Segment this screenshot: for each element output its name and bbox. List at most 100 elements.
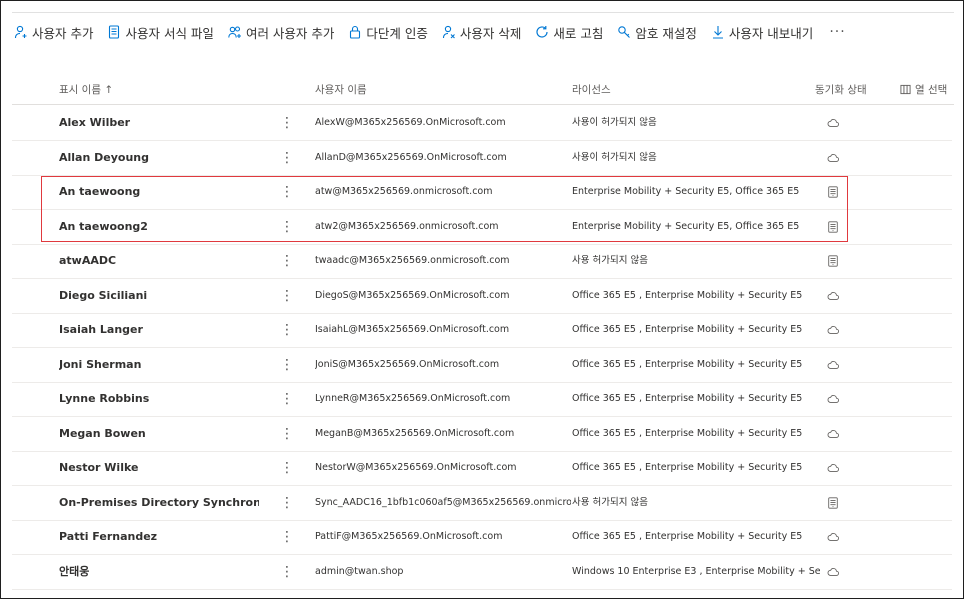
column-header-display-name[interactable]: 표시 이름 ↑	[59, 82, 113, 97]
table-row[interactable]: Diego Siciliani ⋮ DiegoS@M365x256569.OnMic…	[12, 279, 952, 314]
reset-password-button[interactable]: 암호 재설정	[617, 23, 697, 42]
cloud-icon	[827, 451, 843, 485]
user-template-button[interactable]: 사용자 서식 파일	[107, 23, 214, 42]
user-display-name[interactable]: On-Premises Directory Synchroniza...	[59, 486, 259, 520]
refresh-button[interactable]: 새로 고침	[535, 23, 603, 42]
mfa-button[interactable]: 다단계 인증	[348, 23, 428, 42]
choose-columns-button[interactable]: 열 선택	[900, 82, 947, 97]
row-more-actions-icon[interactable]: ⋮	[280, 348, 292, 382]
download-icon	[712, 26, 723, 39]
cloud-icon	[827, 555, 843, 589]
user-principal-name: admin@twan.shop	[315, 565, 404, 577]
table-row[interactable]: Lynne Robbins ⋮ LynneR@M365x256569.OnMicro…	[12, 382, 952, 417]
user-display-name[interactable]: Isaiah Langer	[59, 313, 259, 347]
user-display-name[interactable]: Allan Deyoung	[59, 141, 259, 175]
lock-icon	[350, 25, 361, 39]
cloud-icon	[827, 417, 843, 451]
user-display-name[interactable]: Lynne Robbins	[59, 382, 259, 416]
export-users-button[interactable]: 사용자 내보내기	[711, 23, 813, 42]
user-principal-name: AlexW@M365x256569.OnMicrosoft.com	[315, 117, 506, 128]
user-display-name[interactable]: Diego Siciliani	[59, 279, 259, 313]
cloud-icon	[827, 348, 843, 382]
command-bar: 사용자 추가 사용자 서식 파일 여러 사용자 추가 다단계 인증 사용자 삭제…	[14, 20, 846, 44]
reset-password-label: 암호 재설정	[635, 25, 697, 41]
column-header-licenses[interactable]: 라이선스	[572, 82, 611, 97]
user-display-name[interactable]: Joni Sherman	[59, 348, 259, 382]
user-principal-name: DiegoS@M365x256569.OnMicrosoft.com	[315, 289, 510, 301]
user-licenses: 사용 허가되지 않음	[572, 496, 648, 508]
row-more-actions-icon[interactable]: ⋮	[280, 244, 292, 278]
user-display-name[interactable]: 안태웅	[59, 555, 259, 589]
table-row[interactable]: Patti Fernandez ⋮ PattiF@M365x256569.OnMic…	[12, 520, 952, 555]
user-display-name[interactable]: Megan Bowen	[59, 417, 259, 451]
user-principal-name: MeganB@M365x256569.OnMicrosoft.com	[315, 427, 515, 439]
table-row[interactable]: Isaiah Langer ⋮ IsaiahL@M365x256569.OnMicr…	[12, 313, 952, 348]
document-template-icon	[109, 25, 120, 39]
user-licenses: Office 365 E5 , Enterprise Mobility + Se…	[572, 531, 803, 542]
user-licenses: 사용 허가되지 않음	[572, 255, 648, 266]
highlight-box	[41, 176, 848, 242]
cloud-icon	[827, 313, 843, 347]
add-user-button[interactable]: 사용자 추가	[14, 23, 93, 42]
user-display-name[interactable]: Alex Wilber	[59, 106, 259, 140]
row-more-actions-icon[interactable]: ⋮	[280, 486, 292, 520]
key-icon	[618, 26, 631, 38]
add-user-label: 사용자 추가	[32, 25, 94, 41]
choose-columns-label: 열 선택	[915, 84, 948, 96]
table-row[interactable]: Joni Sherman ⋮ JoniS@M365x256569.OnMicroso…	[12, 348, 952, 383]
row-more-actions-icon[interactable]: ⋮	[280, 555, 292, 589]
row-more-actions-icon[interactable]: ⋮	[280, 313, 292, 347]
add-multiple-users-button[interactable]: 여러 사용자 추가	[228, 23, 334, 42]
user-principal-name: LynneR@M365x256569.OnMicrosoft.com	[315, 393, 511, 404]
table-row[interactable]: Megan Bowen ⋮ MeganB@M365x256569.OnMicroso…	[12, 417, 952, 452]
delete-user-button[interactable]: 사용자 삭제	[442, 23, 521, 42]
user-licenses: Office 365 E5 , Enterprise Mobility + Se…	[572, 358, 803, 370]
delete-user-label: 사용자 삭제	[459, 25, 522, 41]
table-row[interactable]: 안태웅 ⋮ admin@twan.shop Windows 10 Enterprise…	[12, 555, 952, 590]
row-more-actions-icon[interactable]: ⋮	[280, 279, 292, 313]
refresh-label: 새로 고침	[553, 25, 604, 41]
table-row[interactable]: atwAADC ⋮ twaadc@M365x256569.onmicrosoft.c…	[12, 244, 952, 279]
user-licenses: Office 365 E5 , Enterprise Mobility + Se…	[572, 324, 803, 335]
mfa-label: 다단계 인증	[366, 25, 428, 41]
cloud-icon	[827, 382, 843, 416]
user-principal-name: twaadc@M365x256569.onmicrosoft.com	[315, 255, 510, 266]
cloud-icon	[827, 520, 843, 554]
user-display-name[interactable]: atwAADC	[59, 244, 259, 278]
cloud-icon	[827, 279, 843, 313]
directory-sync-icon	[827, 244, 843, 278]
row-more-actions-icon[interactable]: ⋮	[280, 451, 292, 485]
directory-sync-icon	[827, 486, 843, 520]
row-more-actions-icon[interactable]: ⋮	[280, 141, 292, 175]
user-principal-name: NestorW@M365x256569.OnMicrosoft.com	[315, 462, 517, 473]
table-row[interactable]: Nestor Wilke ⋮ NestorW@M365x256569.OnMicro…	[12, 451, 952, 486]
refresh-icon	[536, 26, 548, 38]
more-options-icon[interactable]: ···	[829, 24, 845, 40]
user-principal-name: Sync_AADC16_1bfb1c060af5@M365x256569.onm…	[315, 496, 571, 508]
user-licenses: Office 365 E5 , Enterprise Mobility + Se…	[572, 427, 803, 439]
row-more-actions-icon[interactable]: ⋮	[280, 382, 292, 416]
add-multiple-users-label: 여러 사용자 추가	[245, 25, 335, 41]
cloud-icon	[827, 141, 843, 175]
user-display-name[interactable]: Patti Fernandez	[59, 520, 259, 554]
column-header-sync-status[interactable]: 동기화 상태	[815, 82, 867, 97]
table-row[interactable]: Alex Wilber ⋮ AlexW@M365x256569.OnMicrosof…	[12, 106, 952, 141]
table-header: 표시 이름 ↑ 사용자 이름 라이선스 동기화 상태 열 선택	[0, 80, 966, 102]
person-delete-icon	[442, 25, 455, 39]
column-header-username[interactable]: 사용자 이름	[315, 82, 367, 97]
user-principal-name: AllanD@M365x256569.OnMicrosoft.com	[315, 151, 507, 163]
user-principal-name: IsaiahL@M365x256569.OnMicrosoft.com	[315, 324, 510, 335]
user-display-name[interactable]: Nestor Wilke	[59, 451, 259, 485]
header-divider	[12, 104, 954, 105]
row-more-actions-icon[interactable]: ⋮	[280, 106, 292, 140]
user-principal-name: PattiF@M365x256569.OnMicrosoft.com	[315, 531, 503, 542]
table-row[interactable]: On-Premises Directory Synchroniza... ⋮ Syn…	[12, 486, 952, 521]
columns-icon	[900, 84, 911, 95]
top-divider	[12, 12, 954, 13]
table-row[interactable]: Allan Deyoung ⋮ AllanD@M365x256569.OnMicro…	[12, 141, 952, 176]
row-more-actions-icon[interactable]: ⋮	[280, 417, 292, 451]
user-licenses: Office 365 E5 , Enterprise Mobility + Se…	[572, 289, 803, 301]
person-add-icon	[14, 25, 27, 39]
row-more-actions-icon[interactable]: ⋮	[280, 520, 292, 554]
user-licenses: 사용이 허가되지 않음	[572, 151, 657, 163]
